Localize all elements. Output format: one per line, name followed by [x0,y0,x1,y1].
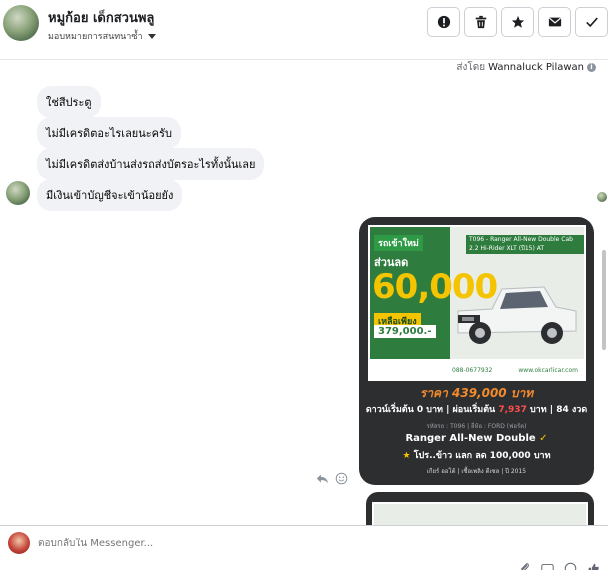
assign-conversation-dropdown[interactable]: มอบหมายการสนทนาซ้ำ [48,29,156,43]
listing-image[interactable]: รถเข้าใหม่ ส่วนลด 60,000 เหลือเพียง 379,… [368,225,586,381]
terms-amount: 7,937 [498,405,527,415]
listing-specs: เกียร์ ออโต้ | เชื้อเพลิง ดีเซล | ปี 201… [426,468,527,475]
sent-by-label: ส่งโดย Wannaluck Pilawan i [456,60,596,75]
poster-model-line: T096 - Ranger All-New Double Cab 2.2 Hi-… [466,235,584,254]
reply-input[interactable] [38,538,438,549]
listing-meta: รหัสรถ : T096 | ยี่ห้อ : FORD (ฟอร์ด) [426,423,527,430]
attach-icon[interactable] [518,562,531,570]
listing-terms: ดาวน์เริ่มต้น 0 บาท | ผ่อนเริ่มต้น 7,937… [359,402,594,416]
delete-button[interactable] [464,7,497,37]
listing-promo: ★ โปร..ข้าว แลก ลด 100,000 บาท [359,448,594,462]
report-button[interactable] [427,7,460,37]
message-actions [316,472,348,485]
mail-icon [548,17,561,27]
trash-icon [475,15,486,29]
mark-unread-button[interactable] [538,7,571,37]
reply-icon[interactable] [316,472,329,485]
terms-prefix: ดาวน์เริ่มต้น 0 บาท | ผ่อนเริ่มต้น [365,405,496,415]
conversation-header: หมูก้อย เด็กสวนพลู มอบหมายการสนทนาซ้ำ [0,0,608,60]
listing-price: ราคา 439,000 บาท [419,386,534,400]
incoming-message[interactable]: มีเงินเข้าบัญชีจะเข้าน้อยยัง [37,179,183,211]
scrollbar[interactable] [602,250,606,350]
header-toolbar [427,7,608,37]
sent-by-name: Wannaluck Pilawan [488,62,584,73]
poster-phone: 088-0677932 [452,367,493,374]
poster-new-label: รถเข้าใหม่ [374,235,423,251]
terms-suffix: บาท | 84 งวด [529,405,588,415]
poster-remain-price: 379,000.- [374,325,436,338]
star-button[interactable] [501,7,534,37]
assign-label: มอบหมายการสนทนาซ้ำ [48,32,143,42]
incoming-message[interactable]: ไม่มีเครดิตส่งบ้านส่งรถส่งบัตรอะไรทั้งนั… [37,148,265,180]
pickup-truck-image [457,286,577,344]
check-icon [585,17,598,28]
incoming-message[interactable]: ไม่มีเครดิตอะไรเลยนะครับ [37,117,181,149]
mark-done-button[interactable] [575,7,608,37]
info-icon[interactable]: i [587,63,596,72]
like-icon[interactable] [587,562,600,570]
emoji-reaction-icon[interactable] [335,472,348,485]
contact-avatar[interactable] [3,5,39,41]
sender-avatar [6,181,30,205]
promo-text: โปร..ข้าว แลก ลด 100,000 บาท [413,451,551,461]
listing-model: Ranger All-New Double ✓ [359,433,594,444]
caret-down-icon [147,33,156,39]
emoji-icon[interactable] [564,562,577,570]
model-name: Ranger All-New Double [405,433,536,444]
seen-avatar [597,192,607,202]
incoming-message[interactable]: ใช่สีประตู [37,86,101,118]
gif-icon[interactable] [541,562,554,570]
contact-name[interactable]: หมูก้อย เด็กสวนพลู [48,7,154,28]
page-avatar [8,532,30,554]
star-icon [511,15,524,28]
promo-star-icon: ★ [402,451,411,461]
outgoing-listing-card[interactable]: รถเข้าใหม่ ส่วนลด 60,000 เหลือเพียง 379,… [359,217,594,485]
sent-by-prefix: ส่งโดย [456,62,486,73]
composer-icons [518,562,600,570]
report-icon [437,15,450,29]
poster-website: www.okcarlicar.com [518,367,578,374]
reply-bar [0,525,608,570]
verified-check-icon: ✓ [539,433,548,444]
